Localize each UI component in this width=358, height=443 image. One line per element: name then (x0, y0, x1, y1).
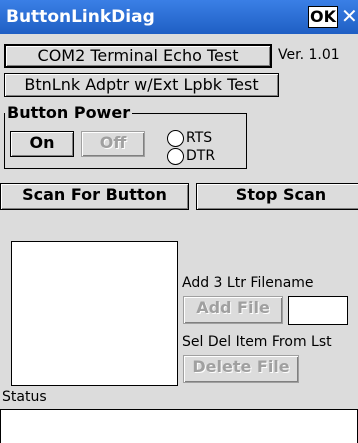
rts-label: RTS (186, 130, 213, 146)
version-label: Ver. 1.01 (278, 47, 340, 63)
status-label: Status (2, 389, 47, 405)
scan-for-button-button[interactable]: Scan For Button (0, 183, 189, 210)
power-off-button[interactable]: Off (81, 131, 145, 157)
dialog-client-area: COM2 Terminal Echo Test Ver. 1.01 BtnLnk… (0, 34, 358, 443)
power-on-button[interactable]: On (10, 131, 74, 157)
add-filename-hint: Add 3 Ltr Filename (182, 275, 314, 291)
file-list[interactable] (11, 241, 178, 386)
filename-input[interactable] (288, 296, 348, 325)
status-field (0, 409, 358, 443)
dtr-label: DTR (186, 148, 216, 164)
dtr-radio[interactable] (167, 148, 184, 165)
stop-scan-button[interactable]: Stop Scan (196, 183, 358, 210)
delete-hint: Sel Del Item From Lst (182, 334, 332, 350)
add-file-button[interactable]: Add File (183, 296, 283, 324)
btnlnk-adapter-loopback-test-button[interactable]: BtnLnk Adptr w/Ext Lpbk Test (4, 73, 279, 97)
close-icon[interactable]: ✕ (341, 5, 358, 27)
delete-file-button[interactable]: Delete File (183, 355, 299, 383)
window-title: ButtonLinkDiag (6, 7, 155, 27)
title-bar: ButtonLinkDiag OK ✕ (0, 0, 358, 34)
ok-button[interactable]: OK (308, 6, 338, 28)
button-power-label: Button Power (5, 103, 133, 123)
com2-terminal-echo-test-button[interactable]: COM2 Terminal Echo Test (4, 44, 272, 68)
rts-radio[interactable] (167, 130, 184, 147)
